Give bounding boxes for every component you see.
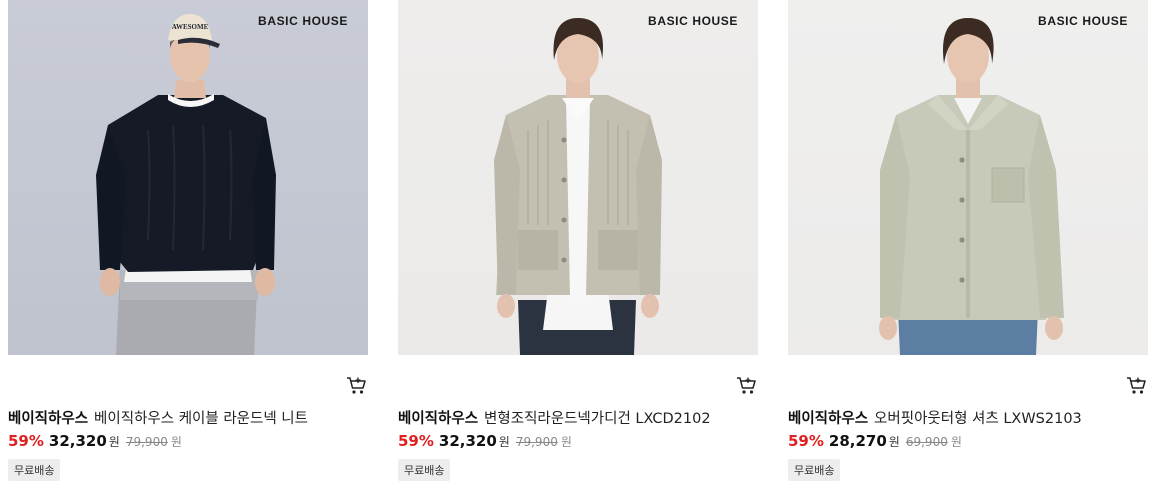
- cart-icon[interactable]: [346, 376, 368, 396]
- product-card[interactable]: BASIC HOUSE 베이직하우스 오버핏아웃터형 셔츠 LXWS2103 59…: [788, 0, 1148, 501]
- sale-price: 32,320: [48, 432, 107, 450]
- cart-icon[interactable]: [1126, 376, 1148, 396]
- original-price: 69,900: [905, 435, 948, 449]
- currency-unit: 원: [108, 435, 120, 449]
- model-photo: AWESOME: [96, 14, 276, 355]
- model-photo: [879, 18, 1064, 355]
- discount-rate: 59%: [788, 432, 824, 450]
- original-currency-unit: 원: [170, 435, 182, 449]
- brand-name[interactable]: 베이직하우스: [398, 411, 478, 427]
- free-shipping-badge: 무료배송: [398, 459, 451, 481]
- original-currency-unit: 원: [950, 435, 962, 449]
- product-name[interactable]: 베이직하우스 케이블 라운드넥 니트: [94, 411, 308, 427]
- price-row: 59% 32,320 원 79,900 원: [8, 432, 182, 450]
- cart-icon[interactable]: [736, 376, 758, 396]
- product-image[interactable]: AWESOME BASIC HOUSE: [8, 0, 368, 355]
- brand-name[interactable]: 베이직하우스: [788, 411, 868, 427]
- product-title[interactable]: 베이직하우스 오버핏아웃터형 셔츠 LXWS2103: [788, 407, 1148, 428]
- discount-rate: 59%: [398, 432, 434, 450]
- sale-price: 28,270: [828, 432, 887, 450]
- image-brand-logo: BASIC HOUSE: [1038, 14, 1128, 28]
- price-row: 59% 32,320 원 79,900 원: [398, 432, 572, 450]
- product-image[interactable]: BASIC HOUSE: [398, 0, 758, 355]
- brand-name[interactable]: 베이직하우스: [8, 411, 88, 427]
- original-price: 79,900: [515, 435, 558, 449]
- product-image[interactable]: BASIC HOUSE: [788, 0, 1148, 355]
- product-name[interactable]: 오버핏아웃터형 셔츠 LXWS2103: [874, 411, 1082, 427]
- sale-price: 32,320: [438, 432, 497, 450]
- free-shipping-badge: 무료배송: [8, 459, 61, 481]
- currency-unit: 원: [498, 435, 510, 449]
- model-photo: [494, 18, 662, 355]
- product-name[interactable]: 변형조직라운드넥가디건 LXCD2102: [484, 411, 711, 427]
- currency-unit: 원: [888, 435, 900, 449]
- discount-rate: 59%: [8, 432, 44, 450]
- product-title[interactable]: 베이직하우스 베이직하우스 케이블 라운드넥 니트: [8, 407, 368, 428]
- original-price: 79,900: [125, 435, 168, 449]
- original-currency-unit: 원: [560, 435, 572, 449]
- image-brand-logo: BASIC HOUSE: [648, 14, 738, 28]
- free-shipping-badge: 무료배송: [788, 459, 841, 481]
- product-card[interactable]: AWESOME BASIC HOUSE 베이직하우스 베이직하우스 케이블 라운드…: [8, 0, 368, 501]
- price-row: 59% 28,270 원 69,900 원: [788, 432, 962, 450]
- cap-text: AWESOME: [172, 23, 209, 31]
- image-brand-logo: BASIC HOUSE: [258, 14, 348, 28]
- product-title[interactable]: 베이직하우스 변형조직라운드넥가디건 LXCD2102: [398, 407, 758, 428]
- product-card[interactable]: BASIC HOUSE 베이직하우스 변형조직라운드넥가디건 LXCD2102 5…: [398, 0, 758, 501]
